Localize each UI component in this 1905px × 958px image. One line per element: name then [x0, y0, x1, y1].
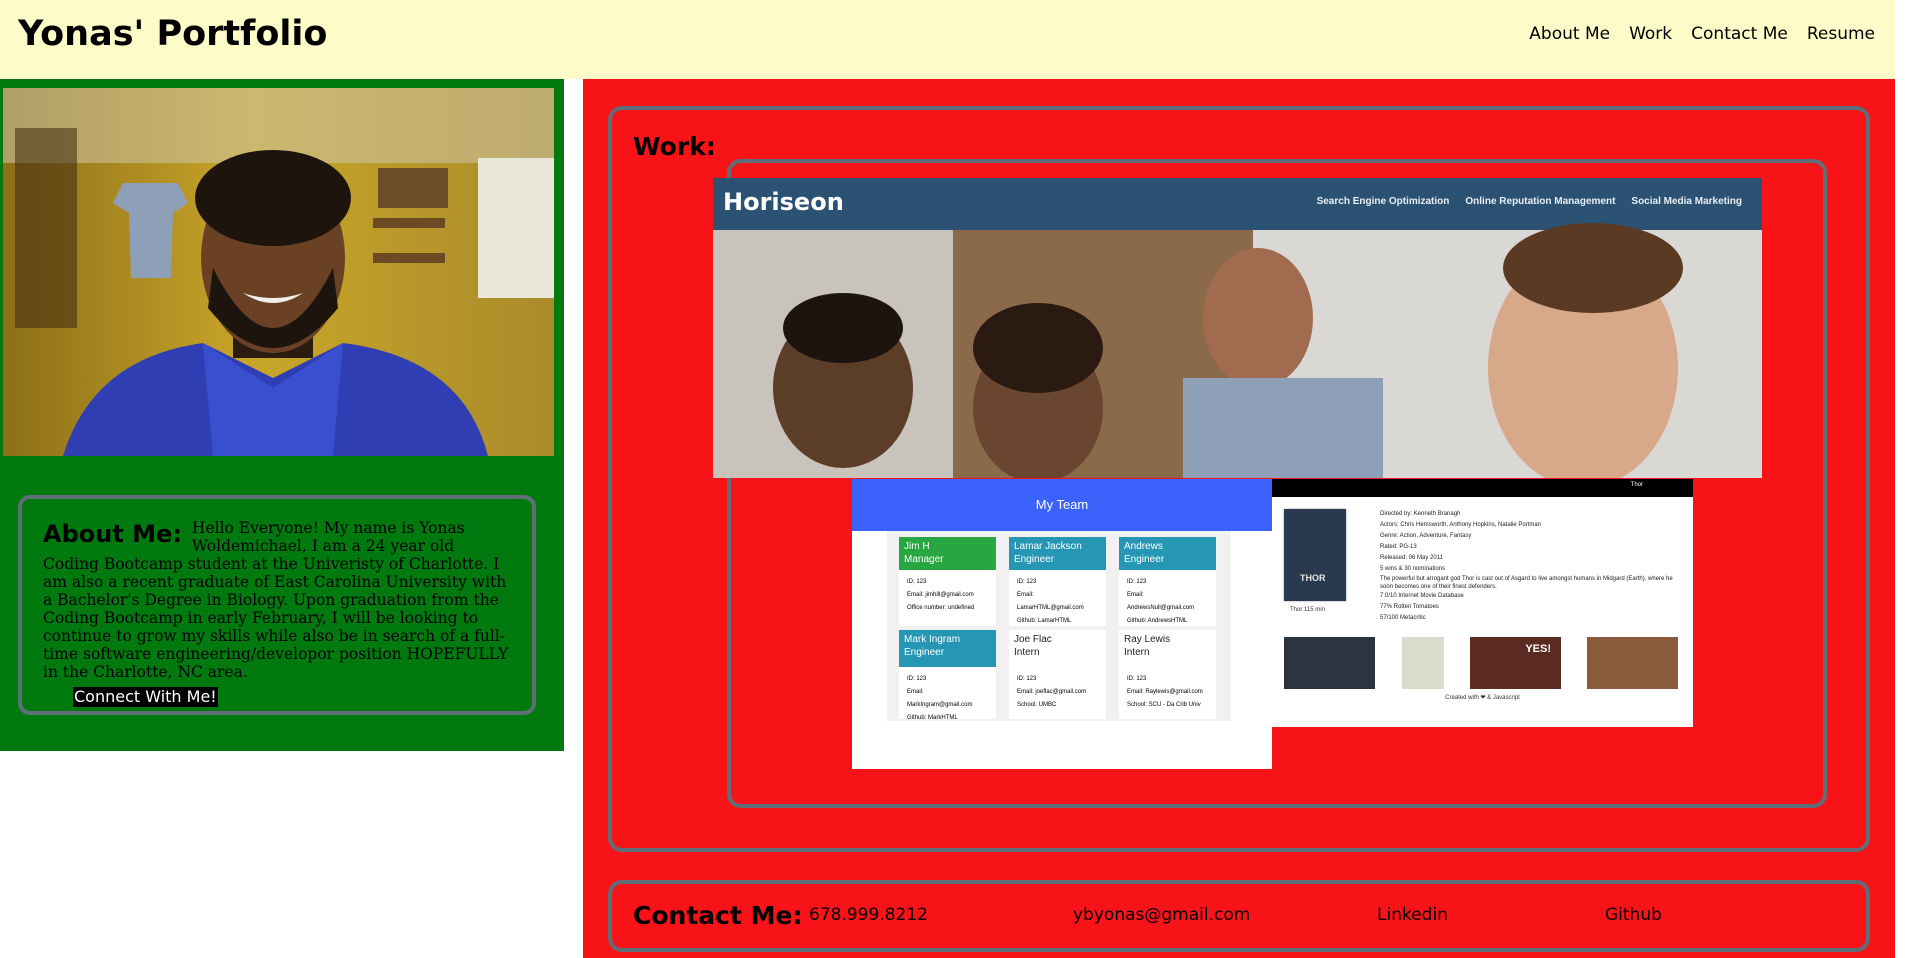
about-card: About Me: Hello Everyone! My name is Yon… — [18, 495, 536, 715]
contact-phone[interactable]: 678.999.8212 — [809, 905, 928, 925]
member-role: Intern — [1124, 647, 1150, 658]
movie-topbar: Thor — [1272, 479, 1693, 497]
team-member-card: Joe Flac Intern ID: 123 Email: joeflac@g… — [1009, 630, 1106, 719]
team-member-card: Andrews Engineer ID: 123 Email: AndrewsN… — [1119, 537, 1216, 626]
member-extra: School: UMBC — [1017, 702, 1057, 708]
team-cards: Jim H Manager ID: 123 Email: jimhill@gma… — [899, 537, 1229, 721]
contact-card: Contact Me: 678.999.8212 ybyonas@gmail.c… — [608, 880, 1870, 952]
team-banner: My Team — [852, 479, 1272, 531]
member-id: ID: 123 — [1127, 676, 1147, 682]
member-id: ID: 123 — [1017, 579, 1037, 585]
work-heading: Work: — [633, 132, 716, 161]
team-member-card: Jim H Manager ID: 123 Email: jimhill@gma… — [899, 537, 996, 626]
movie-detail-line: Rated: PG-13 — [1380, 544, 1417, 550]
movie-gif-text: YES! — [1525, 643, 1551, 655]
member-name: Ray Lewis — [1124, 634, 1171, 645]
horiseon-logo: Horiseon — [723, 188, 844, 216]
movie-detail-line: The powerful but arrogant god Thor is ca… — [1380, 576, 1673, 590]
member-role: Intern — [1014, 647, 1040, 658]
main-nav: About Me Work Contact Me Resume — [1529, 24, 1875, 44]
movie-footer: Created with ❤ & Javascript — [1445, 695, 1520, 701]
member-email: Email: LamarHTML@gmail.com — [1017, 592, 1084, 611]
member-email: Email: MarkIngram@gmail.com — [907, 689, 973, 708]
team-member-card: Ray Lewis Intern ID: 123 Email: Raylewis… — [1119, 630, 1216, 719]
member-extra: Office number: undefined — [907, 605, 975, 611]
member-name: Joe Flac — [1014, 634, 1052, 645]
member-id: ID: 123 — [1127, 579, 1147, 585]
movie-detail-line: Actors: Chris Hemsworth, Anthony Hopkins… — [1380, 522, 1542, 528]
member-email: Email: joeflac@gmail.com — [1017, 689, 1087, 695]
horiseon-nav-item: Search Engine Optimization — [1316, 196, 1450, 207]
movie-gif: YES! — [1470, 637, 1561, 689]
movie-search-value: Thor — [1630, 482, 1643, 488]
movie-detail-line: Directed by: Kenneth Branagh — [1380, 511, 1461, 517]
movie-detail-line: 7.0/10 Internet Movie Database — [1380, 593, 1464, 599]
member-id: ID: 123 — [907, 676, 927, 682]
movie-detail-line: Released: 06 May 2011 — [1380, 555, 1443, 561]
nav-work[interactable]: Work — [1629, 24, 1672, 44]
movie-poster: THOR — [1284, 509, 1346, 601]
team-member-card: Mark Ingram Engineer ID: 123 Email: Mark… — [899, 630, 996, 721]
connect-with-me-button[interactable]: Connect With Me! — [73, 687, 218, 707]
contact-github-link[interactable]: Github — [1605, 905, 1662, 925]
member-id: ID: 123 — [907, 579, 927, 585]
about-section: About Me: Hello Everyone! My name is Yon… — [0, 79, 564, 751]
movie-detail-line: Genre: Action, Adventure, Fantasy — [1380, 533, 1472, 539]
member-role: Engineer — [1124, 554, 1165, 565]
movie-gif-row: YES! — [1284, 637, 1684, 689]
member-name: Andrews — [1124, 541, 1163, 552]
member-extra: Github: LamarHTML — [1017, 618, 1072, 624]
nav-about-me[interactable]: About Me — [1529, 24, 1610, 44]
movie-gif — [1284, 637, 1375, 689]
movie-details: Directed by: Kenneth Branagh Actors: Chr… — [1380, 509, 1680, 624]
member-role: Engineer — [1014, 554, 1055, 565]
work-and-contact-section: Work: Horiseon Search Engine Optimizatio… — [583, 79, 1895, 958]
horiseon-nav-item: Online Reputation Management — [1465, 196, 1616, 207]
contact-heading: Contact Me: — [633, 901, 803, 930]
member-email: Email: Raylewis@gmail.com — [1127, 689, 1203, 695]
project-horiseon[interactable]: Horiseon Search Engine Optimization Onli… — [713, 178, 1762, 478]
member-extra: Github: MarkHTML — [907, 715, 958, 721]
member-extra: Github: AndrewsHTML — [1127, 618, 1188, 624]
member-id: ID: 123 — [1017, 676, 1037, 682]
profile-photo — [3, 88, 554, 456]
site-header: Yonas' Portfolio About Me Work Contact M… — [0, 0, 1895, 79]
nav-resume[interactable]: Resume — [1807, 24, 1875, 44]
nav-contact-me[interactable]: Contact Me — [1691, 24, 1788, 44]
member-role: Engineer — [904, 647, 945, 658]
movie-poster-title: THOR — [1300, 573, 1326, 583]
member-name: Jim H — [904, 541, 930, 552]
member-name: Mark Ingram — [904, 634, 961, 645]
about-heading: About Me: — [43, 520, 182, 548]
project-movie-search[interactable]: Thor THOR Thor 115 min Directed by: Kenn… — [1272, 479, 1693, 727]
team-member-card: Lamar Jackson Engineer ID: 123 Email: La… — [1009, 537, 1106, 626]
member-name: Lamar Jackson — [1014, 541, 1082, 552]
project-my-team[interactable]: My Team Jim H Manager ID: 123 Email: jim… — [852, 479, 1272, 769]
movie-gif — [1402, 637, 1444, 689]
member-email: Email: jimhill@gmail.com — [907, 592, 974, 598]
contact-linkedin-link[interactable]: Linkedin — [1377, 905, 1448, 925]
contact-email-link[interactable]: ybyonas@gmail.com — [1073, 905, 1250, 925]
horiseon-nav-item: Social Media Marketing — [1631, 196, 1742, 207]
site-title: Yonas' Portfolio — [18, 14, 328, 54]
movie-gif — [1587, 637, 1678, 689]
movie-detail-line: 5 wins & 30 nominations — [1380, 566, 1446, 572]
member-role: Manager — [904, 554, 944, 565]
movie-detail-line: 77% Rotten Tomatoes — [1380, 604, 1439, 610]
movie-detail-line: 57/100 Metacritic — [1380, 615, 1426, 621]
team-title: My Team — [1035, 497, 1089, 512]
movie-poster-caption: Thor 115 min — [1290, 607, 1325, 613]
member-email: Email: AndrewsNull@gmail.com — [1127, 592, 1195, 611]
member-extra: School: SCU - Da Crib Univ — [1127, 702, 1201, 708]
horiseon-nav: Search Engine Optimization Online Reputa… — [1317, 196, 1742, 207]
